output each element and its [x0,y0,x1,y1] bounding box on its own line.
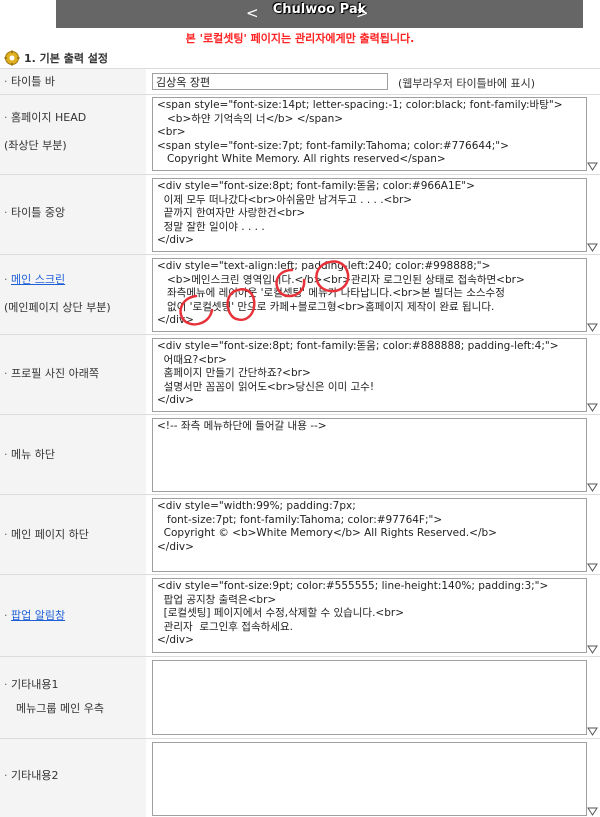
row-title-center: · 타이틀 중앙 <div style="font-size:8pt; font… [0,174,600,254]
label-cell: · 기타내용1 메뉴그룹 메인 우측 [0,657,146,738]
expand-arrow-icon[interactable] [587,645,598,654]
title-center-textarea[interactable]: <div style="font-size:8pt; font-family:돋… [152,178,587,252]
title-bar-hint: (웹부라우저 타이틀바에 표시) [398,77,536,90]
profile-below-textarea[interactable]: <div style="font-size:8pt; font-family:돋… [152,338,587,412]
label-cell: · 메인 페이지 하단 [0,495,146,574]
expand-arrow-icon[interactable] [587,807,598,816]
row-title-bar: · 타이틀 바 (웹부라우저 타이틀바에 표시) [0,68,600,94]
value-cell: <span style="font-size:14pt; letter-spac… [148,95,600,174]
label-cell: · 팝업 알림창 [0,575,146,656]
main-screen-link[interactable]: 메인 스크린 [11,273,65,286]
popup-link[interactable]: 팝업 알림창 [11,609,65,622]
label-cell: · 메인 스크린 (메인페이지 상단 부분) [0,255,146,334]
homepage-head-textarea[interactable]: <span style="font-size:14pt; letter-spac… [152,97,587,171]
value-cell: <div style="width:99%; padding:7px; font… [148,495,600,574]
expand-arrow-icon[interactable] [587,403,598,412]
expand-arrow-icon[interactable] [587,243,598,252]
row-homepage-head: · 홈페이지 HEAD (좌상단 부분) <span style="font-s… [0,94,600,174]
row-main-page-bottom: · 메인 페이지 하단 <div style="width:99%; paddi… [0,494,600,574]
row-profile-below: · 프로필 사진 아래쪽 <div style="font-size:8pt; … [0,334,600,414]
main-page-bottom-textarea[interactable]: <div style="width:99%; padding:7px; font… [152,498,587,572]
label-cell: · 메뉴 하단 [0,415,146,494]
label-cell: · 프로필 사진 아래쪽 [0,335,146,414]
row-popup: · 팝업 알림창 <div style="font-size:9pt; colo… [0,574,600,656]
value-cell: <div style="text-align:left; padding-lef… [148,255,600,334]
value-cell: <div style="font-size:8pt; font-family:돋… [148,175,600,254]
etc1-textarea[interactable] [152,660,587,735]
row-label: 홈페이지 HEAD [11,111,87,124]
expand-arrow-icon[interactable] [587,162,598,171]
row-sublabel: (메인페이지 상단 부분) [4,301,111,314]
next-arrow[interactable]: > [356,4,369,22]
row-label: 타이틀 바 [11,75,55,88]
row-menu-bottom: · 메뉴 하단 <!-- 좌측 메뉴하단에 들어갈 내용 --> [0,414,600,494]
section-label: 1. 기본 출력 설정 [24,52,109,65]
label-cell: · 홈페이지 HEAD (좌상단 부분) [0,95,146,174]
value-cell [148,739,600,817]
row-sublabel: 메뉴그룹 메인 우측 [16,702,104,715]
row-etc1: · 기타내용1 메뉴그룹 메인 우측 [0,656,600,738]
value-cell: (웹부라우저 타이틀바에 표시) [148,69,600,94]
admin-notice: 본 '로컬셋팅' 페이지는 관리자에게만 출력됩니다. [185,32,415,45]
row-main-screen: · 메인 스크린 (메인페이지 상단 부분) <div style="text-… [0,254,600,334]
row-label: 타이틀 중앙 [11,206,66,219]
popup-textarea[interactable]: <div style="font-size:9pt; color:#555555… [152,578,587,653]
value-cell: <div style="font-size:8pt; font-family:돋… [148,335,600,414]
row-label: 기타내용2 [11,769,59,782]
expand-arrow-icon[interactable] [587,483,598,492]
main-screen-textarea[interactable]: <div style="text-align:left; padding-lef… [152,258,587,332]
menu-bottom-textarea[interactable]: <!-- 좌측 메뉴하단에 들어갈 내용 --> [152,418,587,492]
label-cell: · 타이틀 바 [0,69,146,94]
expand-arrow-icon[interactable] [587,563,598,572]
row-etc2: · 기타내용2 [0,738,600,817]
row-label: 메인 페이지 하단 [11,528,89,541]
gear-icon [4,50,20,66]
etc2-textarea[interactable] [152,742,587,816]
top-nav-bar: < Chulwoo Pak > [56,0,583,28]
row-label: 프로필 사진 아래쪽 [11,367,99,380]
title-bar-input[interactable] [152,73,388,90]
label-cell: · 기타내용2 [0,739,146,817]
row-label: 메뉴 하단 [11,448,55,461]
row-sublabel: (좌상단 부분) [4,139,67,152]
label-cell: · 타이틀 중앙 [0,175,146,254]
value-cell: <div style="font-size:9pt; color:#555555… [148,575,600,656]
expand-arrow-icon[interactable] [587,323,598,332]
value-cell [148,657,600,738]
value-cell: <!-- 좌측 메뉴하단에 들어갈 내용 --> [148,415,600,494]
row-label: 기타내용1 [11,678,59,691]
expand-arrow-icon[interactable] [587,727,598,736]
page-title: Chulwoo Pak [272,2,367,17]
section-header: 1. 기본 출력 설정 [4,50,108,66]
